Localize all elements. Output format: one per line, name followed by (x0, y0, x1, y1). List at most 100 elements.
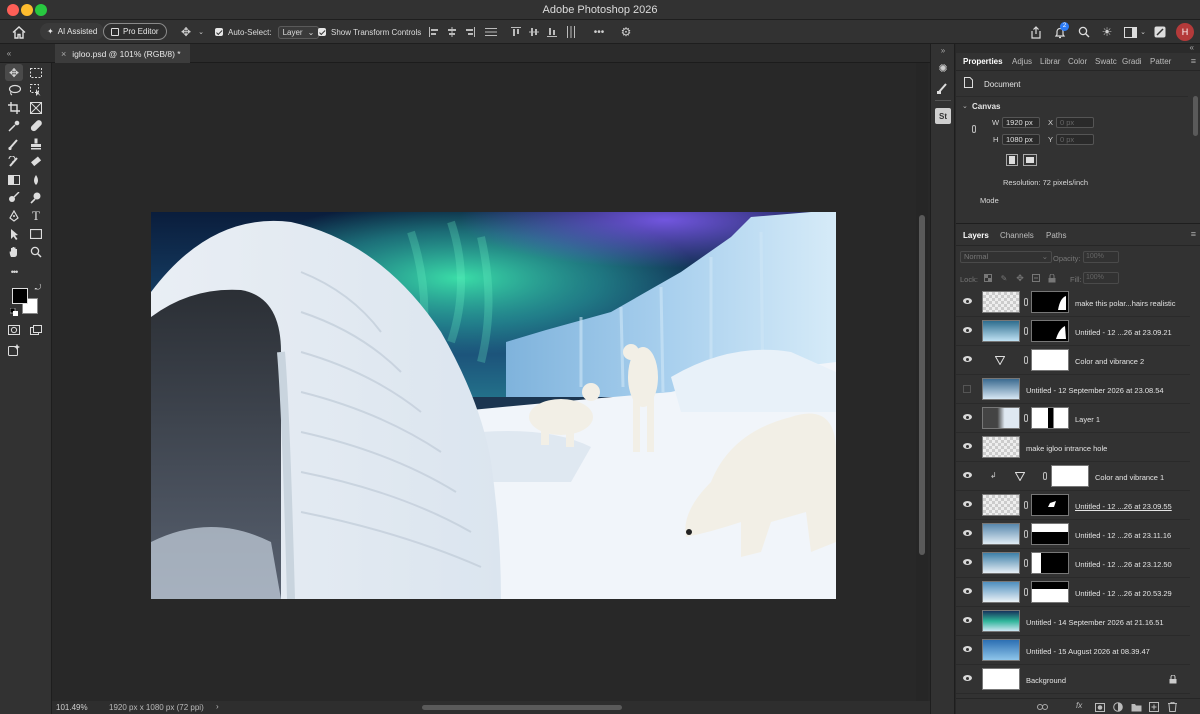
portrait-orientation-icon[interactable] (1006, 154, 1018, 166)
lock-icon[interactable] (1168, 674, 1177, 684)
opacity-field[interactable]: 100% (1083, 251, 1119, 263)
layer-row[interactable]: Color and vibrance 2 (956, 346, 1190, 375)
layer-name[interactable]: Untitled - 14 September 2026 at 21.16.51 (1026, 618, 1164, 627)
layer-mask-thumbnail[interactable] (1031, 320, 1069, 342)
mask-link-icon[interactable] (1043, 472, 1047, 480)
layer-row[interactable]: Untitled - 14 September 2026 at 21.16.51 (956, 607, 1190, 636)
show-transform-checkbox[interactable]: Show Transform Controls (318, 20, 421, 44)
chevron-down-icon[interactable]: ⌄ (1138, 24, 1148, 40)
lock-pixels-icon[interactable]: ✎ (999, 273, 1009, 283)
rectangle-tool-icon[interactable] (28, 226, 44, 242)
user-avatar[interactable]: H (1176, 23, 1194, 41)
layer-name[interactable]: Background (1026, 676, 1066, 685)
gear-icon[interactable]: ⚙ (618, 24, 634, 40)
layer-name[interactable]: Untitled - 12 September 2026 at 23.08.54 (1026, 386, 1164, 395)
mask-link-icon[interactable] (1024, 298, 1028, 306)
visibility-eye-icon[interactable] (963, 356, 972, 362)
tab-libraries[interactable]: Librar (1040, 57, 1060, 66)
visibility-hidden-box[interactable] (963, 385, 971, 393)
zoom-level[interactable]: 101.49% (56, 703, 88, 712)
hand-tool-icon[interactable] (6, 244, 22, 260)
layer-name[interactable]: Layer 1 (1075, 415, 1100, 424)
link-dimensions-icon[interactable] (972, 125, 976, 133)
layer-row[interactable]: make this polar...hairs realistic (956, 288, 1190, 317)
visibility-eye-icon[interactable] (963, 588, 972, 594)
distribute-horizontal-icon[interactable] (484, 25, 498, 39)
layer-name[interactable]: Untitled - 12 ...26 at 23.09.21 (1075, 328, 1172, 337)
edit-toolbar-icon[interactable]: ••• (6, 264, 22, 280)
width-field[interactable]: 1920 px (1002, 117, 1040, 128)
panel-menu-icon[interactable]: ≡ (1191, 229, 1196, 239)
layer-name[interactable]: make this polar...hairs realistic (1075, 299, 1175, 308)
tab-color[interactable]: Color (1068, 57, 1087, 66)
visibility-eye-icon[interactable] (963, 617, 972, 623)
blend-mode-dropdown[interactable]: Normal ⌄ (960, 251, 1052, 263)
mask-link-icon[interactable] (1024, 501, 1028, 509)
new-group-folder-icon[interactable] (1130, 701, 1142, 713)
share-icon[interactable] (1028, 24, 1044, 40)
canvas-section-label[interactable]: Canvas (972, 102, 1000, 111)
default-colors-icon[interactable] (9, 307, 18, 316)
eyedropper-tool-icon[interactable] (6, 118, 22, 134)
zoom-tool-icon[interactable] (28, 244, 44, 260)
layer-mask-thumbnail[interactable] (1031, 349, 1069, 371)
visibility-eye-icon[interactable] (963, 327, 972, 333)
dodge-tool-icon[interactable] (6, 190, 22, 206)
visibility-eye-icon[interactable] (963, 472, 972, 478)
layer-row[interactable]: Untitled - 12 ...26 at 20.53.29 (956, 578, 1190, 607)
vertical-scroll-thumb[interactable] (919, 215, 925, 555)
adobe-stock-button[interactable]: St (935, 108, 951, 124)
tab-swatches[interactable]: Swatc (1095, 57, 1117, 66)
layer-name[interactable]: Untitled - 12 ...26 at 20.53.29 (1075, 589, 1172, 598)
ai-assisted-button[interactable]: ✦ AI Assisted (40, 23, 105, 40)
healing-brush-tool-icon[interactable] (28, 118, 44, 134)
search-icon[interactable] (1076, 24, 1092, 40)
layer-style-fx-button[interactable]: fx (1076, 701, 1082, 710)
layer-name[interactable]: make igloo intrance hole (1026, 444, 1107, 453)
marquee-tool-icon[interactable] (28, 65, 44, 81)
move-tool-icon[interactable]: ✥ (178, 24, 194, 40)
align-center-icon[interactable] (446, 25, 458, 39)
lock-artboard-icon[interactable] (1031, 273, 1041, 283)
visibility-eye-icon[interactable] (963, 501, 972, 507)
visibility-eye-icon[interactable] (963, 443, 972, 449)
trash-delete-icon[interactable] (1166, 701, 1178, 713)
document-tab[interactable]: × igloo.psd @ 101% (RGB/8) * (55, 44, 190, 63)
quick-mask-icon[interactable] (6, 322, 22, 338)
canvas-vertical-scrollbar[interactable] (916, 63, 928, 701)
more-options-button[interactable]: ••• (590, 24, 608, 40)
tab-properties[interactable]: Properties (963, 57, 1003, 66)
workspace-icon[interactable] (1122, 24, 1138, 40)
clone-stamp-tool-icon[interactable] (28, 136, 44, 152)
align-bottom-icon[interactable] (546, 25, 558, 39)
lasso-tool-icon[interactable] (6, 82, 22, 98)
foreground-color-swatch[interactable] (12, 288, 28, 304)
tab-paths[interactable]: Paths (1046, 231, 1066, 240)
mask-link-icon[interactable] (1024, 327, 1028, 335)
discover-sparkle-icon[interactable]: ✺ (935, 60, 951, 76)
type-tool-icon[interactable]: T (28, 208, 44, 224)
collapse-panel-icon[interactable]: « (1190, 43, 1194, 52)
layer-row[interactable]: Untitled - 12 ...26 at 23.11.16 (956, 520, 1190, 549)
layer-mask-thumbnail[interactable] (1031, 291, 1069, 313)
layer-name[interactable]: Color and vibrance 2 (1075, 357, 1144, 366)
distribute-vertical-icon[interactable] (564, 25, 578, 39)
plugins-icon[interactable] (1152, 24, 1168, 40)
layer-mask-thumbnail[interactable] (1031, 523, 1069, 545)
notification-bell-icon[interactable]: 2 (1052, 22, 1069, 40)
y-field[interactable]: 0 px (1056, 134, 1094, 145)
tab-layers[interactable]: Layers (963, 231, 989, 240)
mask-link-icon[interactable] (1024, 356, 1028, 364)
layer-row[interactable]: ↲ Color and vibrance 1 (956, 462, 1190, 491)
document-canvas-image[interactable] (151, 212, 836, 599)
layer-mask-thumbnail[interactable] (1031, 581, 1069, 603)
fill-field[interactable]: 100% (1083, 272, 1119, 284)
discover-lightbulb-icon[interactable]: ☀ (1098, 24, 1116, 40)
link-layers-icon[interactable] (1036, 701, 1048, 713)
swap-colors-icon[interactable]: ⤾ (33, 283, 43, 293)
layer-row[interactable]: Untitled - 15 August 2026 at 08.39.47 (956, 636, 1190, 665)
layer-name[interactable]: Color and vibrance 1 (1095, 473, 1164, 482)
landscape-orientation-icon[interactable] (1023, 154, 1037, 166)
visibility-eye-icon[interactable] (963, 675, 972, 681)
expand-panels-icon[interactable]: » (934, 45, 952, 55)
